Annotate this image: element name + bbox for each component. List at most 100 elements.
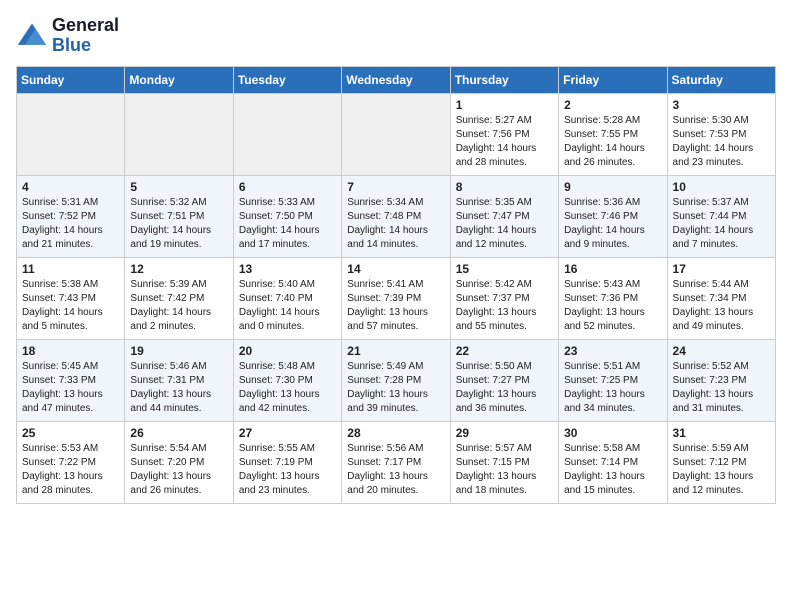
day-detail: Sunrise: 5:37 AM Sunset: 7:44 PM Dayligh… — [673, 196, 770, 252]
calendar-cell — [17, 93, 125, 175]
calendar-cell — [125, 93, 233, 175]
calendar-header-row: SundayMondayTuesdayWednesdayThursdayFrid… — [17, 66, 776, 93]
day-number: 5 — [130, 180, 227, 194]
day-number: 4 — [22, 180, 119, 194]
day-number: 25 — [22, 426, 119, 440]
calendar-cell — [342, 93, 450, 175]
day-detail: Sunrise: 5:56 AM Sunset: 7:17 PM Dayligh… — [347, 442, 444, 498]
calendar-cell: 9Sunrise: 5:36 AM Sunset: 7:46 PM Daylig… — [559, 175, 667, 257]
day-number: 8 — [456, 180, 553, 194]
day-detail: Sunrise: 5:30 AM Sunset: 7:53 PM Dayligh… — [673, 114, 770, 170]
day-detail: Sunrise: 5:33 AM Sunset: 7:50 PM Dayligh… — [239, 196, 336, 252]
day-number: 2 — [564, 98, 661, 112]
day-detail: Sunrise: 5:44 AM Sunset: 7:34 PM Dayligh… — [673, 278, 770, 334]
day-number: 7 — [347, 180, 444, 194]
day-number: 17 — [673, 262, 770, 276]
day-number: 12 — [130, 262, 227, 276]
day-detail: Sunrise: 5:52 AM Sunset: 7:23 PM Dayligh… — [673, 360, 770, 416]
day-number: 22 — [456, 344, 553, 358]
calendar-week-row: 1 Sunrise: 5:27 AM Sunset: 7:56 PM Daylig… — [17, 93, 776, 175]
logo-text-blue: Blue — [52, 36, 119, 56]
day-detail: Sunrise: 5:31 AM Sunset: 7:52 PM Dayligh… — [22, 196, 119, 252]
calendar-cell: 17 Sunrise: 5:44 AM Sunset: 7:34 PM Dayli… — [667, 257, 775, 339]
calendar-cell: 21Sunrise: 5:49 AM Sunset: 7:28 PM Dayli… — [342, 339, 450, 421]
calendar-cell: 26 Sunrise: 5:54 AM Sunset: 7:20 PM Dayli… — [125, 421, 233, 503]
logo: General Blue — [16, 16, 119, 56]
day-detail: Sunrise: 5:41 AM Sunset: 7:39 PM Dayligh… — [347, 278, 444, 334]
day-detail: Sunrise: 5:55 AM Sunset: 7:19 PM Dayligh… — [239, 442, 336, 498]
calendar-cell: 28 Sunrise: 5:56 AM Sunset: 7:17 PM Dayli… — [342, 421, 450, 503]
day-number: 15 — [456, 262, 553, 276]
calendar-header-monday: Monday — [125, 66, 233, 93]
day-number: 28 — [347, 426, 444, 440]
calendar-cell: 24 Sunrise: 5:52 AM Sunset: 7:23 PM Dayli… — [667, 339, 775, 421]
calendar-header-saturday: Saturday — [667, 66, 775, 93]
day-detail: Sunrise: 5:32 AM Sunset: 7:51 PM Dayligh… — [130, 196, 227, 252]
calendar-week-row: 18 Sunrise: 5:45 AM Sunset: 7:33 PM Dayli… — [17, 339, 776, 421]
day-number: 24 — [673, 344, 770, 358]
day-detail: Sunrise: 5:28 AM Sunset: 7:55 PM Dayligh… — [564, 114, 661, 170]
calendar-cell: 8 Sunrise: 5:35 AM Sunset: 7:47 PM Daylig… — [450, 175, 558, 257]
calendar-week-row: 4 Sunrise: 5:31 AM Sunset: 7:52 PM Daylig… — [17, 175, 776, 257]
calendar-cell: 5 Sunrise: 5:32 AM Sunset: 7:51 PM Daylig… — [125, 175, 233, 257]
day-detail: Sunrise: 5:38 AM Sunset: 7:43 PM Dayligh… — [22, 278, 119, 334]
day-number: 29 — [456, 426, 553, 440]
calendar-cell: 1 Sunrise: 5:27 AM Sunset: 7:56 PM Daylig… — [450, 93, 558, 175]
calendar-cell: 2 Sunrise: 5:28 AM Sunset: 7:55 PM Daylig… — [559, 93, 667, 175]
day-detail: Sunrise: 5:46 AM Sunset: 7:31 PM Dayligh… — [130, 360, 227, 416]
calendar-cell: 10 Sunrise: 5:37 AM Sunset: 7:44 PM Dayli… — [667, 175, 775, 257]
day-number: 1 — [456, 98, 553, 112]
calendar-cell: 16 Sunrise: 5:43 AM Sunset: 7:36 PM Dayli… — [559, 257, 667, 339]
day-detail: Sunrise: 5:39 AM Sunset: 7:42 PM Dayligh… — [130, 278, 227, 334]
calendar-cell: 25 Sunrise: 5:53 AM Sunset: 7:22 PM Dayli… — [17, 421, 125, 503]
calendar-cell: 23 Sunrise: 5:51 AM Sunset: 7:25 PM Dayli… — [559, 339, 667, 421]
day-number: 3 — [673, 98, 770, 112]
calendar-header-sunday: Sunday — [17, 66, 125, 93]
calendar-header-friday: Friday — [559, 66, 667, 93]
calendar-week-row: 25 Sunrise: 5:53 AM Sunset: 7:22 PM Dayli… — [17, 421, 776, 503]
calendar-header-thursday: Thursday — [450, 66, 558, 93]
day-number: 26 — [130, 426, 227, 440]
day-number: 20 — [239, 344, 336, 358]
calendar-cell: 11 Sunrise: 5:38 AM Sunset: 7:43 PM Dayli… — [17, 257, 125, 339]
day-detail: Sunrise: 5:48 AM Sunset: 7:30 PM Dayligh… — [239, 360, 336, 416]
calendar-cell: 31 Sunrise: 5:59 AM Sunset: 7:12 PM Dayli… — [667, 421, 775, 503]
day-number: 30 — [564, 426, 661, 440]
calendar-header-tuesday: Tuesday — [233, 66, 341, 93]
day-detail: Sunrise: 5:45 AM Sunset: 7:33 PM Dayligh… — [22, 360, 119, 416]
logo-icon — [16, 20, 48, 52]
logo-text-general: General — [52, 16, 119, 36]
day-detail: Sunrise: 5:54 AM Sunset: 7:20 PM Dayligh… — [130, 442, 227, 498]
day-number: 23 — [564, 344, 661, 358]
day-number: 11 — [22, 262, 119, 276]
calendar-cell: 27Sunrise: 5:55 AM Sunset: 7:19 PM Dayli… — [233, 421, 341, 503]
calendar-header-wednesday: Wednesday — [342, 66, 450, 93]
day-detail: Sunrise: 5:53 AM Sunset: 7:22 PM Dayligh… — [22, 442, 119, 498]
day-number: 9 — [564, 180, 661, 194]
day-detail: Sunrise: 5:51 AM Sunset: 7:25 PM Dayligh… — [564, 360, 661, 416]
calendar-cell: 15 Sunrise: 5:42 AM Sunset: 7:37 PM Dayli… — [450, 257, 558, 339]
day-number: 13 — [239, 262, 336, 276]
day-number: 18 — [22, 344, 119, 358]
day-number: 19 — [130, 344, 227, 358]
calendar-cell: 4 Sunrise: 5:31 AM Sunset: 7:52 PM Daylig… — [17, 175, 125, 257]
day-detail: Sunrise: 5:58 AM Sunset: 7:14 PM Dayligh… — [564, 442, 661, 498]
day-detail: Sunrise: 5:42 AM Sunset: 7:37 PM Dayligh… — [456, 278, 553, 334]
calendar-cell: 22Sunrise: 5:50 AM Sunset: 7:27 PM Dayli… — [450, 339, 558, 421]
day-detail: Sunrise: 5:35 AM Sunset: 7:47 PM Dayligh… — [456, 196, 553, 252]
day-number: 31 — [673, 426, 770, 440]
calendar-cell: 7Sunrise: 5:34 AM Sunset: 7:48 PM Daylig… — [342, 175, 450, 257]
day-number: 10 — [673, 180, 770, 194]
calendar-cell: 12 Sunrise: 5:39 AM Sunset: 7:42 PM Dayli… — [125, 257, 233, 339]
day-number: 16 — [564, 262, 661, 276]
calendar-cell: 19 Sunrise: 5:46 AM Sunset: 7:31 PM Dayli… — [125, 339, 233, 421]
calendar-cell: 20 Sunrise: 5:48 AM Sunset: 7:30 PM Dayli… — [233, 339, 341, 421]
day-detail: Sunrise: 5:43 AM Sunset: 7:36 PM Dayligh… — [564, 278, 661, 334]
page-header: General Blue — [16, 16, 776, 56]
calendar-cell: 13Sunrise: 5:40 AM Sunset: 7:40 PM Dayli… — [233, 257, 341, 339]
calendar-cell: 6 Sunrise: 5:33 AM Sunset: 7:50 PM Daylig… — [233, 175, 341, 257]
day-detail: Sunrise: 5:27 AM Sunset: 7:56 PM Dayligh… — [456, 114, 553, 170]
day-number: 6 — [239, 180, 336, 194]
calendar-table: SundayMondayTuesdayWednesdayThursdayFrid… — [16, 66, 776, 504]
day-detail: Sunrise: 5:59 AM Sunset: 7:12 PM Dayligh… — [673, 442, 770, 498]
